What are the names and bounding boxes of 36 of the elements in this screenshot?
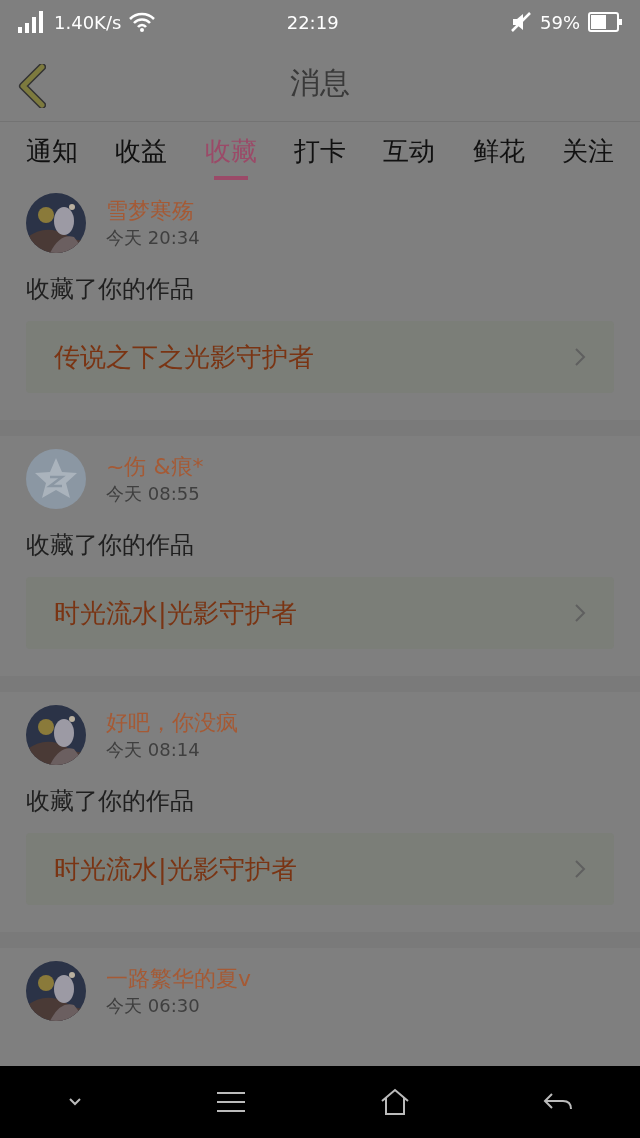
timestamp: 今天 08:14 (106, 738, 201, 762)
timestamp: 今天 06:30 (106, 994, 201, 1018)
tab[interactable]: 互动 (383, 122, 436, 180)
chevron-right-icon (574, 347, 586, 367)
tab[interactable]: 收益 (115, 122, 168, 180)
tab[interactable]: 通知 (26, 122, 78, 180)
signal-icon (18, 11, 46, 33)
user-name[interactable]: 一路繁华的夏v (106, 964, 252, 994)
back-icon[interactable] (18, 64, 46, 108)
battery-icon (588, 12, 622, 32)
network-speed: 1.40K/s (54, 10, 122, 35)
message-text: 收藏了你的作品 (26, 786, 195, 817)
message-text: 收藏了你的作品 (26, 274, 195, 305)
tab[interactable]: 打卡 (294, 122, 346, 180)
home-icon[interactable] (379, 1088, 410, 1116)
chevron-right-icon (574, 603, 586, 623)
user-name[interactable]: 雪梦寒殇 (106, 196, 200, 226)
user-name[interactable]: ~伤 &痕* (106, 452, 204, 482)
back-arrow-icon[interactable] (543, 1092, 574, 1112)
chevron-right-icon (574, 859, 586, 879)
tab[interactable]: 鲜花 (472, 122, 525, 180)
work-link[interactable]: 时光流水|光影守护者 (26, 833, 614, 905)
menu-icon[interactable] (216, 1091, 247, 1113)
page-title: 消息 (290, 64, 350, 102)
mute-icon (510, 11, 532, 33)
timestamp: 今天 08:55 (106, 482, 201, 506)
chevron-down-icon[interactable] (66, 1097, 83, 1107)
user-name[interactable]: 好吧，你没疯 (106, 708, 238, 738)
tab[interactable]: 关注 (561, 122, 614, 180)
wifi-icon (129, 12, 156, 32)
message-text: 收藏了你的作品 (26, 530, 195, 561)
work-link[interactable]: 时光流水|光影守护者 (26, 577, 614, 649)
battery-percent: 59% (540, 10, 580, 35)
clock: 22:19 (286, 11, 339, 33)
work-link[interactable]: 传说之下之光影守护者 (26, 321, 614, 393)
timestamp: 今天 20:34 (106, 226, 200, 250)
